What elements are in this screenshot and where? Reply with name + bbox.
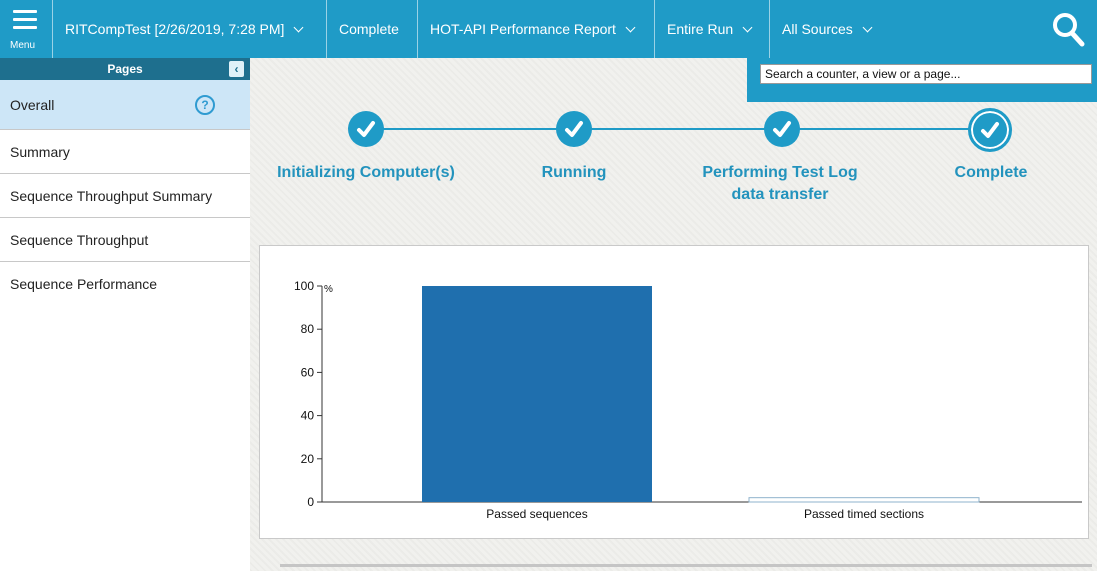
chart-panel: 0 20 40 60 80 100% Passed sequences Passed time… — [259, 245, 1089, 539]
page-item-label: Sequence Throughput Summary — [10, 188, 213, 204]
page-item-summary[interactable]: Summary — [0, 130, 250, 174]
y-unit-label: % — [324, 284, 333, 295]
test-selector-dropdown[interactable]: RITCompTest [2/26/2019, 7:28 PM] — [53, 0, 326, 58]
page-item-overall[interactable]: Overall ? — [0, 80, 250, 130]
horizontal-scrollbar[interactable] — [280, 564, 1092, 567]
collapse-pane-button[interactable]: ‹ — [229, 61, 244, 77]
help-icon[interactable]: ? — [195, 95, 215, 115]
progress-connector — [366, 128, 981, 130]
page-item-label: Sequence Performance — [10, 276, 158, 292]
search-panel — [747, 58, 1097, 102]
chevron-left-icon: ‹ — [234, 62, 239, 76]
chevron-down-icon — [862, 22, 873, 33]
pages-list: Overall ? Summary Sequence Throughput Su… — [0, 80, 250, 571]
page-item-label: Overall — [10, 97, 55, 113]
status-item[interactable]: Complete — [326, 0, 417, 58]
sources-label: All Sources — [782, 21, 853, 37]
bar-chart: 0 20 40 60 80 100 % Passed sequences Passed time… — [294, 279, 1082, 521]
page-item-label: Sequence Throughput — [10, 232, 149, 248]
range-label: Entire Run — [667, 21, 734, 37]
y-tick-label: 0 — [307, 495, 314, 509]
page-item-sequence-performance[interactable]: Sequence Performance — [0, 262, 250, 306]
search-button[interactable] — [1051, 11, 1085, 47]
range-dropdown[interactable]: Entire Run — [654, 0, 769, 58]
top-toolbar: Menu RITCompTest [2/26/2019, 7:28 PM] Co… — [0, 0, 1097, 58]
x-category-label: Passed sequences — [486, 507, 587, 521]
step-check-icon — [556, 111, 592, 147]
search-input[interactable] — [760, 64, 1092, 84]
test-selector-label: RITCompTest [2/26/2019, 7:28 PM] — [65, 21, 285, 37]
report-dropdown[interactable]: HOT-API Performance Report — [417, 0, 654, 58]
step-check-icon-current — [968, 108, 1012, 152]
y-tick-label: 20 — [301, 452, 315, 466]
page-item-label: Summary — [10, 144, 70, 160]
step-label-running: Running — [541, 164, 607, 181]
search-icon — [1053, 13, 1085, 47]
step-check-icon — [348, 111, 384, 147]
status-label: Complete — [339, 21, 399, 37]
x-category-label: Passed timed sections — [804, 507, 924, 521]
chevron-down-icon — [742, 22, 753, 33]
pages-header: Pages ‹ — [0, 58, 250, 80]
report-label: HOT-API Performance Report — [430, 21, 616, 37]
menu-button[interactable]: Menu — [0, 0, 53, 58]
step-label-initializing: Initializing Computer(s) — [277, 164, 455, 181]
menu-label: Menu — [10, 40, 36, 51]
pages-title: Pages — [107, 62, 143, 76]
y-tick-label: 80 — [301, 322, 315, 336]
hamburger-icon — [13, 10, 37, 30]
y-tick-label: 60 — [301, 365, 315, 379]
page-item-sequence-throughput-summary[interactable]: Sequence Throughput Summary — [0, 174, 250, 218]
step-check-icon — [764, 111, 800, 147]
bar — [748, 497, 980, 503]
step-label-complete: Complete — [954, 164, 1028, 181]
main-content: Initializing Computer(s) Running Perform… — [250, 58, 1097, 571]
step-label-performing-transfer: Performing Test Log data transfer — [702, 164, 858, 203]
page-item-sequence-throughput[interactable]: Sequence Throughput — [0, 218, 250, 262]
chevron-down-icon — [625, 22, 636, 33]
bar — [422, 286, 652, 502]
y-tick-label: 40 — [301, 409, 315, 423]
chevron-down-icon — [294, 22, 304, 33]
y-tick-label: 100 — [294, 279, 314, 293]
sources-dropdown[interactable]: All Sources — [769, 0, 899, 58]
